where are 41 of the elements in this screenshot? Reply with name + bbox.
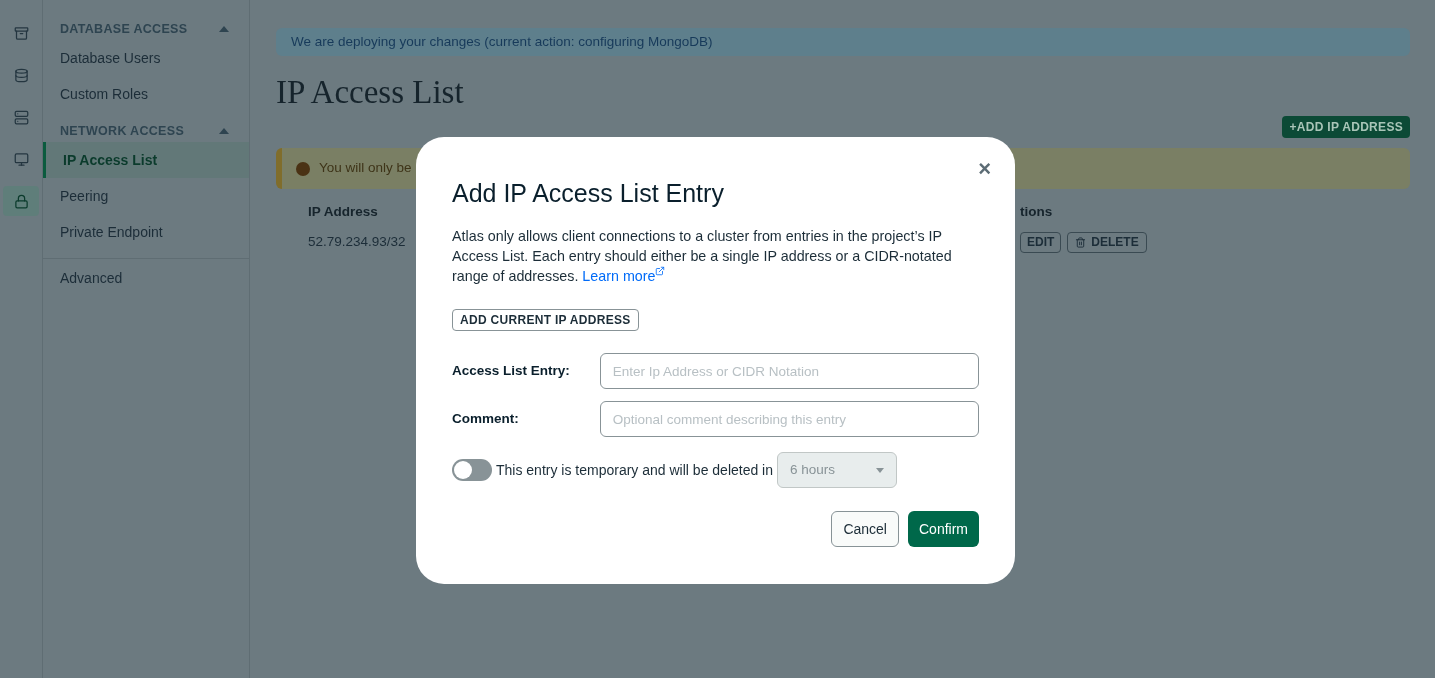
sidebar-item[interactable]: Custom Roles [43,76,249,112]
external-link-icon [655,266,666,276]
collapse-caret-icon[interactable] [219,26,229,32]
rail-button[interactable] [3,186,39,216]
section-heading: DATABASE ACCESS [60,20,188,38]
toggle-label: This entry is temporary and will be deleted in [496,460,774,480]
dropdown-caret-icon [876,467,885,473]
monitor-icon [13,151,29,167]
status-banner: We are deploying your changes (current action: configuring MongoDB) [276,28,1410,56]
sidebar-item[interactable]: Private Endpoint [43,214,249,250]
sidebar-item[interactable]: Peering [43,178,249,214]
server-icon [13,109,29,125]
edit-button[interactable]: EDIT [1020,231,1062,253]
alert-icon [296,161,310,176]
column-header: IP Address [308,203,378,219]
add-ip-address-button[interactable]: +ADD IP ADDRESS [1282,116,1410,138]
delete-button[interactable]: DELETE [1067,231,1147,253]
trash-icon [1075,236,1087,248]
cancel-button[interactable]: Cancel [831,511,899,547]
sidebar-item[interactable]: Advanced [43,261,249,295]
collapse-caret-icon[interactable] [219,128,229,134]
lock-icon [13,193,29,209]
add-current-ip-button[interactable]: ADD CURRENT IP ADDRESS [452,309,639,331]
field-label: Comment: [452,409,520,428]
section-heading: NETWORK ACCESS [60,122,185,140]
dialog-title: Add IP Access List Entry [452,178,725,209]
page-title: IP Access List [276,73,465,112]
input-field[interactable]: Enter Ip Address or CIDR Notation [599,353,979,389]
column-header: tions [1020,202,1053,221]
confirm-button[interactable]: Confirm [908,511,979,547]
sidebar-item[interactable]: Database Users [43,40,249,76]
field-label: Access List Entry: [452,361,571,380]
input-field[interactable]: Optional comment describing this entry [599,401,979,437]
dialog-description: Atlas only allows client connections to a cluster from entries in the project’s IP Access List. Each entry should either be a single IP address or a CIDR-notated range of addresses. Learn more [452,227,953,286]
table-cell: 52.79.234.93/32 [308,233,406,249]
learn-more-link[interactable]: Learn more [582,266,666,286]
archive-icon [13,25,29,41]
database-icon [13,67,29,83]
sidebar-item[interactable]: IP Access List [43,142,249,178]
close-button[interactable]: × [978,158,991,180]
warning-text: You will only be [319,159,412,178]
